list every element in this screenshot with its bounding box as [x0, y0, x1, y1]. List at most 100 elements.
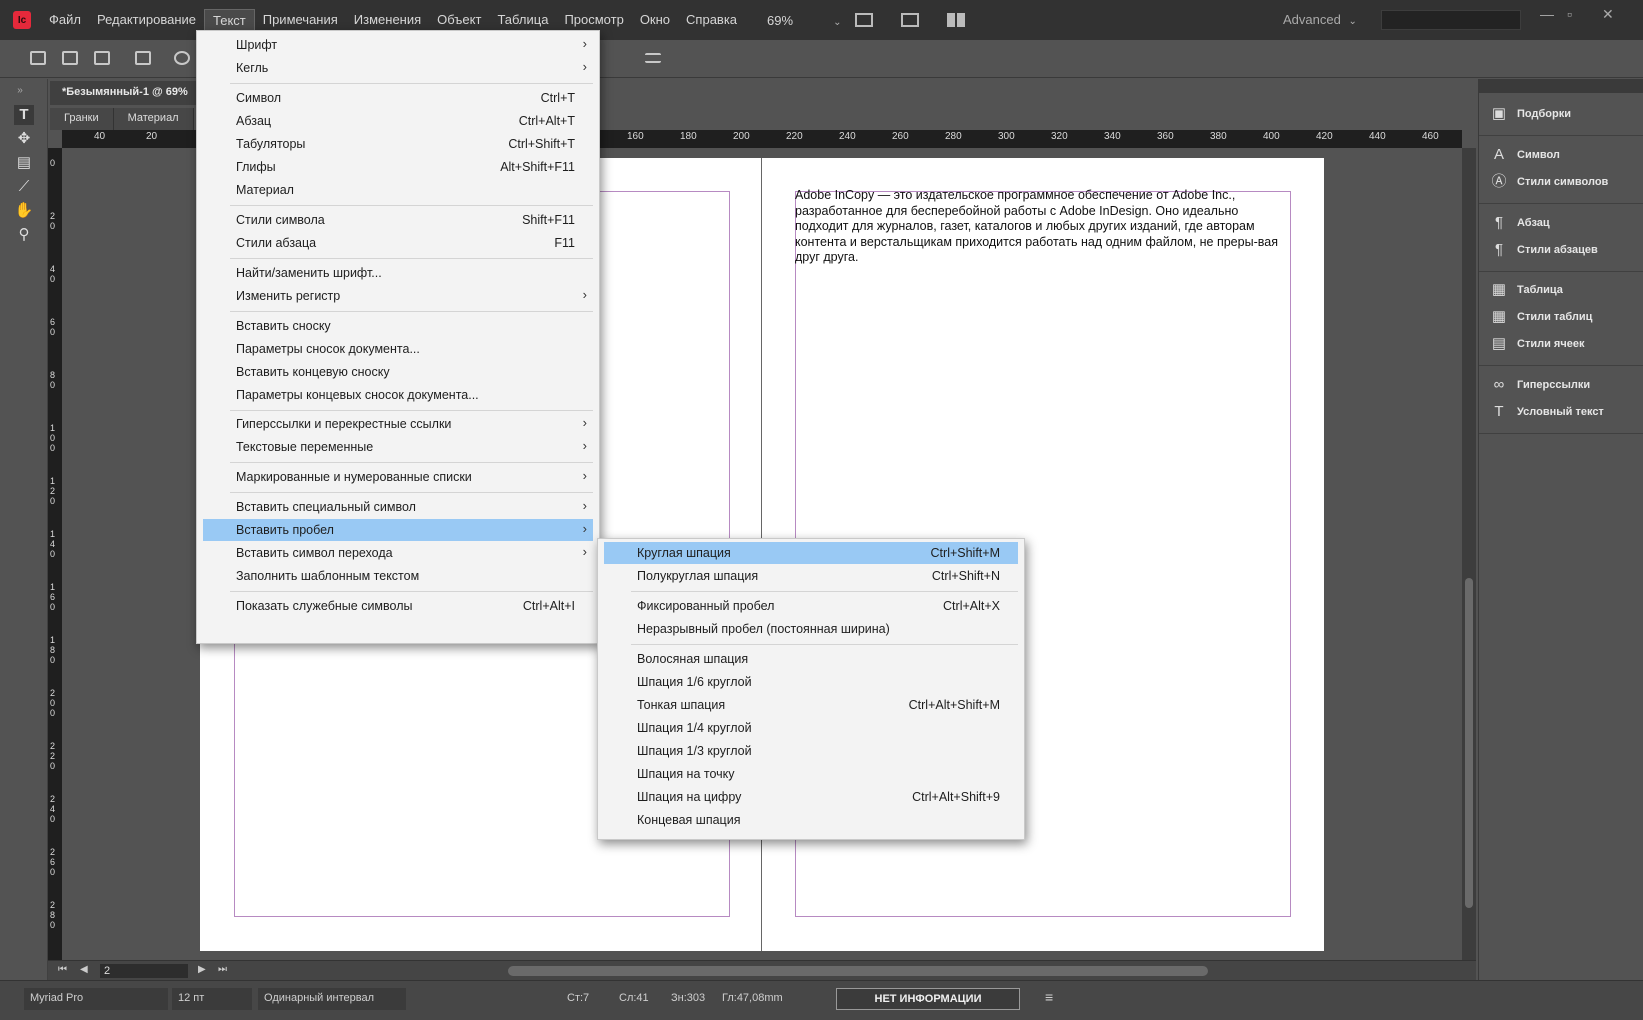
- maximize-icon[interactable]: ▫: [1567, 6, 1572, 22]
- menu-file[interactable]: Файл: [41, 9, 89, 32]
- workspace-switcher[interactable]: Advanced ⌄: [1283, 12, 1357, 27]
- collapse-icon[interactable]: »: [10, 81, 30, 101]
- menu-item-en-space[interactable]: Полукруглая шпация Ctrl+Shift+N: [604, 565, 1018, 587]
- menu-item-quarter-space[interactable]: Шпация 1/4 круглой: [604, 717, 1018, 739]
- panel-hyperlinks[interactable]: ∞ Гиперссылки: [1489, 374, 1590, 396]
- print-icon[interactable]: [135, 51, 151, 65]
- text-frame[interactable]: Adobe InCopy — это издательское программ…: [795, 188, 1290, 266]
- panel-table-styles[interactable]: ▦ Стили таблиц: [1489, 306, 1593, 328]
- panel-character[interactable]: A Символ: [1489, 144, 1560, 166]
- save-icon[interactable]: [94, 51, 110, 65]
- menu-item-change-case[interactable]: Изменить регистр ›: [203, 285, 593, 307]
- hand-tool-icon[interactable]: ✋: [14, 201, 34, 221]
- horizontal-scroll-thumb[interactable]: [508, 966, 1208, 976]
- menu-item-lists[interactable]: Маркированные и нумерованные списки ›: [203, 466, 593, 488]
- panel-paragraph[interactable]: ¶ Абзац: [1489, 212, 1550, 234]
- menu-icon[interactable]: ≡: [1045, 989, 1053, 1005]
- menu-item-special-character[interactable]: Вставить специальный символ ›: [203, 496, 593, 518]
- zoom-dropdown[interactable]: 69% ⌄: [767, 13, 841, 28]
- menu-item-nonbreaking-space-fixed[interactable]: Неразрывный пробел (постоянная ширина): [604, 618, 1018, 640]
- menu-changes[interactable]: Изменения: [346, 9, 429, 32]
- menu-notes[interactable]: Примечания: [255, 9, 346, 32]
- menu-text[interactable]: Текст: [204, 8, 255, 32]
- panel-cell-styles[interactable]: ▤ Стили ячеек: [1489, 333, 1585, 355]
- tab-galley[interactable]: Гранки: [50, 108, 114, 130]
- menu-edit[interactable]: Редактирование: [89, 9, 204, 32]
- screen-mode-icon[interactable]: [855, 13, 874, 27]
- ruler-label: 420: [1316, 131, 1333, 142]
- type-tool-icon[interactable]: T: [14, 105, 34, 125]
- menu-item-glyphs[interactable]: Глифы Alt+Shift+F11: [203, 156, 593, 178]
- position-tool-icon[interactable]: ✥: [14, 129, 34, 149]
- note-tool-icon[interactable]: ▤: [14, 153, 34, 173]
- menu-item-nonbreaking-space[interactable]: Фиксированный пробел Ctrl+Alt+X: [604, 595, 1018, 617]
- menu-item-hair-space[interactable]: Волосяная шпация: [604, 648, 1018, 670]
- new-icon[interactable]: [30, 51, 46, 65]
- depth-value: Гл:47,08mm: [722, 992, 783, 1004]
- chevron-right-icon: ›: [582, 498, 587, 513]
- menu-item-thin-space[interactable]: Тонкая шпация Ctrl+Alt+Shift+M: [604, 694, 1018, 716]
- arrange-documents-icon[interactable]: [947, 13, 966, 27]
- menu-item-figure-space[interactable]: Шпация на цифру Ctrl+Alt+Shift+9: [604, 786, 1018, 808]
- menu-item-paragraph-styles[interactable]: Стили абзаца F11: [203, 232, 593, 254]
- menu-item-sixth-space[interactable]: Шпация 1/6 круглой: [604, 671, 1018, 693]
- menu-item-show-hidden[interactable]: Показать служебные символы Ctrl+Alt+I: [203, 595, 593, 617]
- zoom-tool-icon[interactable]: ⚲: [14, 225, 34, 245]
- first-page-icon[interactable]: ⏮: [58, 964, 67, 975]
- menu-item-text-variables[interactable]: Текстовые переменные ›: [203, 436, 593, 458]
- open-icon[interactable]: [62, 51, 78, 65]
- minimize-icon[interactable]: —: [1540, 6, 1554, 22]
- menu-item-punctuation-space[interactable]: Шпация на точку: [604, 763, 1018, 785]
- menu-item-font[interactable]: Шрифт ›: [203, 34, 593, 56]
- menu-view[interactable]: Просмотр: [556, 9, 631, 32]
- menu-help[interactable]: Справка: [678, 9, 745, 32]
- fit-page-icon[interactable]: [901, 13, 920, 27]
- menu-item-flush-space[interactable]: Концевая шпация: [604, 809, 1018, 831]
- ruler-label: 40: [94, 131, 106, 142]
- menu-item-placeholder-text[interactable]: Заполнить шаблонным текстом: [203, 565, 593, 587]
- panel-paragraph-styles[interactable]: ¶ Стили абзацев: [1489, 239, 1598, 261]
- menu-item-third-space[interactable]: Шпация 1/3 круглой: [604, 740, 1018, 762]
- search-icon[interactable]: [174, 51, 190, 65]
- menu-item-insert-footnote[interactable]: Вставить сноску: [203, 315, 593, 337]
- menu-table[interactable]: Таблица: [489, 9, 556, 32]
- scroll-thumb[interactable]: [1465, 578, 1473, 908]
- eyedropper-icon[interactable]: ⟋: [14, 177, 34, 197]
- close-icon[interactable]: ✕: [1602, 6, 1614, 23]
- font-size-select[interactable]: 12 пт: [172, 988, 252, 1010]
- document-tab[interactable]: *Безымянный-1 @ 69%: [50, 81, 200, 105]
- menu-object[interactable]: Объект: [429, 9, 489, 32]
- ruler-label: 260: [50, 847, 56, 877]
- leading-select[interactable]: Одинарный интервал: [258, 988, 406, 1010]
- tab-story[interactable]: Материал: [113, 108, 194, 130]
- prev-page-icon[interactable]: ◀: [80, 964, 88, 975]
- menu-item-story[interactable]: Материал: [203, 179, 593, 201]
- menu-item-em-space[interactable]: Круглая шпация Ctrl+Shift+M: [604, 542, 1018, 564]
- panel-table[interactable]: ▦ Таблица: [1489, 279, 1563, 301]
- menu-item-find-font[interactable]: Найти/заменить шрифт...: [203, 262, 593, 284]
- menu-item-paragraph[interactable]: Абзац Ctrl+Alt+T: [203, 110, 593, 132]
- menu-icon[interactable]: [645, 53, 661, 63]
- chevron-right-icon: ›: [582, 59, 587, 74]
- menu-item-footnote-options[interactable]: Параметры сносок документа...: [203, 338, 593, 360]
- menu-item-insert-endnote[interactable]: Вставить концевую сноску: [203, 361, 593, 383]
- font-family-select[interactable]: Myriad Pro: [24, 988, 168, 1010]
- last-page-icon[interactable]: ⏭: [218, 964, 227, 975]
- menu-item-hyperlinks[interactable]: Гиперссылки и перекрестные ссылки ›: [203, 413, 593, 435]
- menu-item-character[interactable]: Символ Ctrl+T: [203, 87, 593, 109]
- menu-window[interactable]: Окно: [632, 9, 678, 32]
- menu-item-endnote-options[interactable]: Параметры концевых сносок документа...: [203, 384, 593, 406]
- menu-item-insert-space[interactable]: Вставить пробел ›: [203, 519, 593, 541]
- page-number-field[interactable]: 2: [100, 964, 188, 978]
- word-count: Сл:41: [619, 992, 649, 1004]
- panel-collections[interactable]: ▣ Подборки: [1489, 103, 1571, 125]
- menu-item-size[interactable]: Кегль ›: [203, 57, 593, 79]
- menu-item-tabs[interactable]: Табуляторы Ctrl+Shift+T: [203, 133, 593, 155]
- panel-conditional-text[interactable]: T Условный текст: [1489, 401, 1603, 423]
- vertical-scrollbar[interactable]: [1462, 148, 1476, 960]
- search-input[interactable]: [1381, 10, 1521, 30]
- menu-item-character-styles[interactable]: Стили символа Shift+F11: [203, 209, 593, 231]
- next-page-icon[interactable]: ▶: [198, 964, 206, 975]
- menu-item-break-character[interactable]: Вставить символ перехода ›: [203, 542, 593, 564]
- panel-character-styles[interactable]: Ⓐ Стили символов: [1489, 171, 1608, 193]
